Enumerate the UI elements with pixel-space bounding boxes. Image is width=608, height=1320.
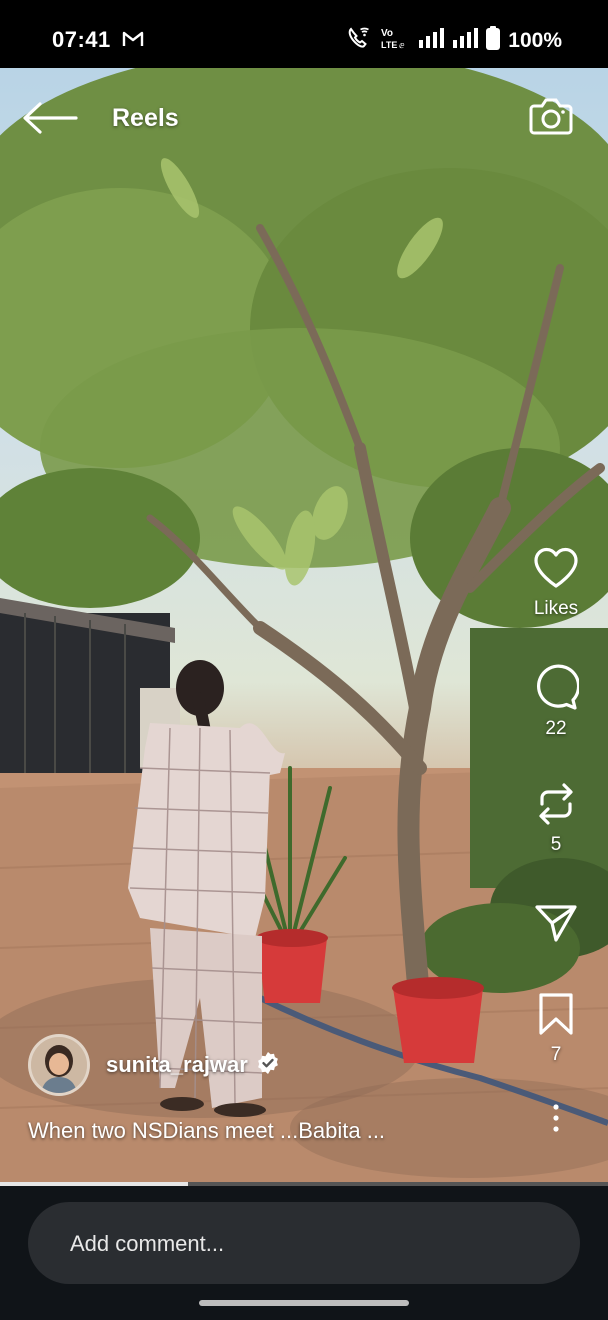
comments-count: 22	[545, 718, 567, 739]
reels-header: Reels	[0, 68, 608, 158]
wifi-call-icon	[346, 26, 372, 55]
repost-icon	[539, 783, 573, 825]
battery-icon	[486, 26, 501, 55]
status-bar: 07:41 Vo LTE ⅇ 100%	[0, 0, 608, 68]
like-action[interactable]: Likes	[527, 546, 585, 620]
more-vertical-icon	[553, 1104, 559, 1132]
camera-icon	[529, 98, 573, 135]
reel-video[interactable]	[0, 68, 608, 1184]
svg-text:LTE: LTE	[381, 40, 397, 50]
arrow-left-icon	[23, 102, 78, 134]
home-indicator[interactable]	[199, 1300, 409, 1306]
username[interactable]: sunita_rajwar	[106, 1052, 248, 1078]
page-title: Reels	[112, 104, 179, 132]
volte-icon: Vo LTE ⅇ	[380, 26, 410, 55]
bookmark-icon	[539, 993, 573, 1035]
status-indicators: Vo LTE ⅇ 100%	[346, 26, 562, 55]
svg-text:Vo: Vo	[381, 28, 393, 39]
saves-count: 7	[550, 1044, 562, 1065]
more-options-button[interactable]	[527, 1103, 585, 1133]
heart-icon	[534, 547, 578, 588]
comment-placeholder: Add comment...	[70, 1231, 225, 1256]
save-action[interactable]: 7	[527, 992, 585, 1066]
comment-input[interactable]: Add comment...	[28, 1202, 580, 1284]
verified-badge-icon	[256, 1051, 280, 1080]
post-author[interactable]: sunita_rajwar	[28, 1034, 280, 1096]
battery-level: 100%	[508, 28, 562, 52]
avatar[interactable]	[28, 1034, 90, 1096]
back-button[interactable]	[20, 100, 80, 136]
comment-action[interactable]: 22	[527, 664, 585, 740]
gmail-icon	[122, 30, 144, 53]
repost-action[interactable]: 5	[527, 782, 585, 856]
signal-icon	[418, 27, 445, 54]
comment-bubble-icon	[537, 664, 579, 710]
profile-photo	[31, 1037, 87, 1093]
send-icon	[535, 905, 577, 942]
bottom-bar: Add comment...	[0, 1186, 608, 1320]
svg-text:ⅇ: ⅇ	[399, 40, 405, 50]
camera-button[interactable]	[528, 96, 574, 136]
likes-label: Likes	[533, 598, 579, 619]
post-caption[interactable]: When two NSDians meet ...Babita ...	[28, 1118, 385, 1144]
status-time: 07:41	[52, 27, 111, 52]
signal-icon	[452, 27, 479, 54]
share-action[interactable]	[527, 903, 585, 943]
reposts-count: 5	[550, 834, 562, 855]
video-frame	[0, 68, 608, 1184]
